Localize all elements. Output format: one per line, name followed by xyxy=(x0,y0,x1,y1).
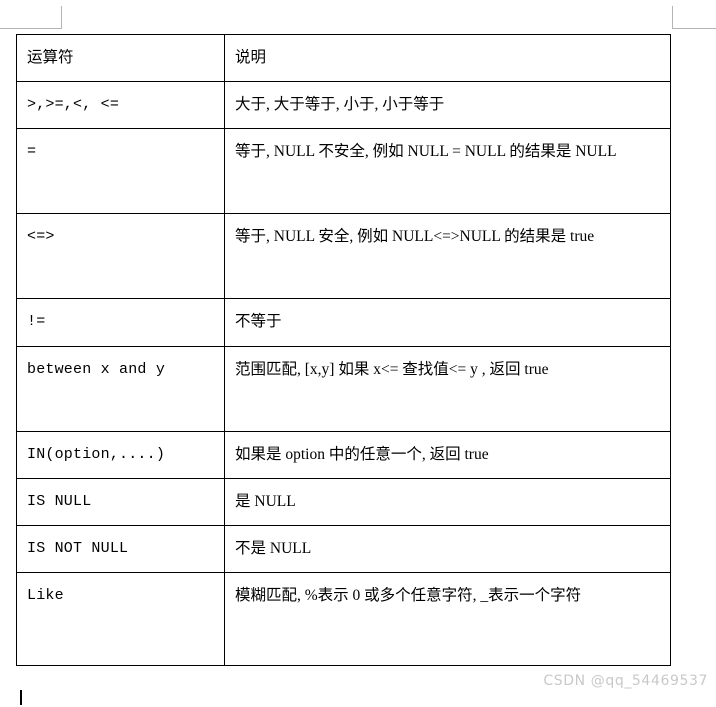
margin-guide-horizontal xyxy=(672,28,716,29)
cell-operator: IS NULL xyxy=(16,477,225,527)
operators-table: 运算符 说明 >,>=,<, <= 大于, 大于等于, 小于, 小于等于 = 等… xyxy=(16,33,671,667)
table-row: = 等于, NULL 不安全, 例如 NULL = NULL 的结果是 NULL xyxy=(16,128,671,215)
cell-operator: >,>=,<, <= xyxy=(16,81,225,130)
cell-operator: != xyxy=(16,298,225,347)
cell-description: 如果是 option 中的任意一个, 返回 true xyxy=(224,430,671,479)
cell-description: 大于, 大于等于, 小于, 小于等于 xyxy=(224,81,671,130)
cell-description: 范围匹配, [x,y] 如果 x<= 查找值<= y , 返回 true xyxy=(224,345,671,432)
cell-description: 等于, NULL 不安全, 例如 NULL = NULL 的结果是 NULL xyxy=(224,128,671,215)
cell-operator: <=> xyxy=(16,213,225,300)
text-cursor xyxy=(20,690,22,705)
table-row: between x and y 范围匹配, [x,y] 如果 x<= 查找值<=… xyxy=(16,345,671,432)
cell-description: 等于, NULL 安全, 例如 NULL<=>NULL 的结果是 true xyxy=(224,213,671,300)
table-header-operator: 运算符 xyxy=(16,33,225,83)
cell-operator: IS NOT NULL xyxy=(16,525,225,574)
cell-description: 模糊匹配, %表示 0 或多个任意字符, _表示一个字符 xyxy=(224,572,671,667)
table-row: IN(option,....) 如果是 option 中的任意一个, 返回 tr… xyxy=(16,430,671,479)
table-header-description: 说明 xyxy=(224,33,671,83)
cell-operator: Like xyxy=(16,572,225,667)
table-row: != 不等于 xyxy=(16,298,671,347)
cell-operator: IN(option,....) xyxy=(16,430,225,479)
table-header-row: 运算符 说明 xyxy=(16,33,671,83)
margin-guide-horizontal xyxy=(0,28,62,29)
cell-operator: between x and y xyxy=(16,345,225,432)
cell-operator: = xyxy=(16,128,225,215)
table-row: >,>=,<, <= 大于, 大于等于, 小于, 小于等于 xyxy=(16,81,671,130)
margin-guide-vertical xyxy=(61,6,62,28)
cell-description: 不是 NULL xyxy=(224,525,671,574)
margin-guide-vertical xyxy=(672,6,673,28)
table-row: <=> 等于, NULL 安全, 例如 NULL<=>NULL 的结果是 tru… xyxy=(16,213,671,300)
table-row: Like 模糊匹配, %表示 0 或多个任意字符, _表示一个字符 xyxy=(16,572,671,667)
cell-description: 是 NULL xyxy=(224,477,671,527)
cell-description: 不等于 xyxy=(224,298,671,347)
table-row: IS NULL 是 NULL xyxy=(16,477,671,527)
table-row: IS NOT NULL 不是 NULL xyxy=(16,525,671,574)
csdn-watermark: CSDN @qq_54469537 xyxy=(543,673,708,689)
table-body: 运算符 说明 >,>=,<, <= 大于, 大于等于, 小于, 小于等于 = 等… xyxy=(16,33,671,667)
